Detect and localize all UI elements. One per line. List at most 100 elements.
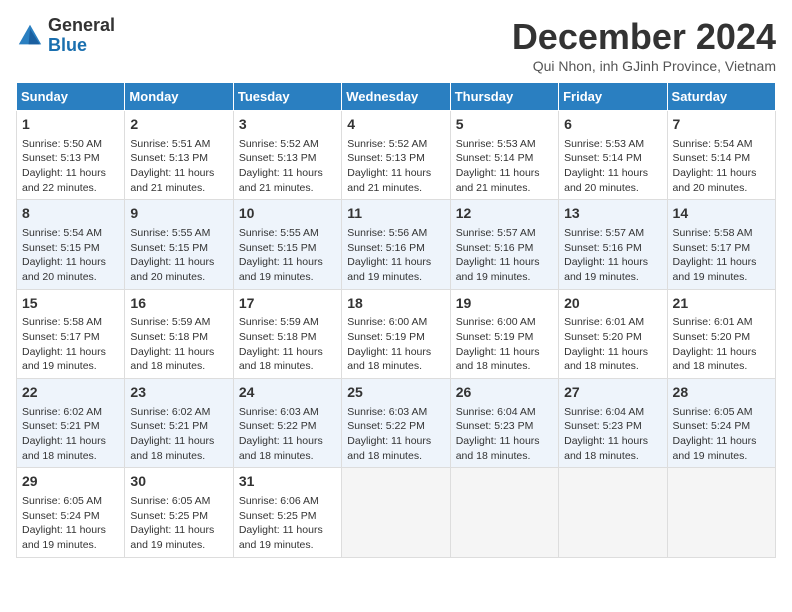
- day-number: 11: [347, 204, 444, 224]
- day-info-line: Sunset: 5:14 PM: [673, 151, 770, 166]
- day-number: 12: [456, 204, 553, 224]
- day-info-line: Sunrise: 5:59 AM: [130, 315, 227, 330]
- day-info-line: Sunset: 5:16 PM: [456, 241, 553, 256]
- week-row-5: 29Sunrise: 6:05 AMSunset: 5:24 PMDayligh…: [17, 468, 776, 557]
- calendar-cell: 7Sunrise: 5:54 AMSunset: 5:14 PMDaylight…: [667, 111, 775, 200]
- day-number: 8: [22, 204, 119, 224]
- day-info-line: and 18 minutes.: [456, 359, 553, 374]
- calendar-cell: 28Sunrise: 6:05 AMSunset: 5:24 PMDayligh…: [667, 379, 775, 468]
- day-info-line: and 21 minutes.: [456, 181, 553, 196]
- day-info-line: Sunrise: 5:56 AM: [347, 226, 444, 241]
- day-info-line: Daylight: 11 hours: [456, 434, 553, 449]
- day-info-line: Daylight: 11 hours: [564, 166, 661, 181]
- day-info-line: Daylight: 11 hours: [347, 434, 444, 449]
- calendar-cell: 6Sunrise: 5:53 AMSunset: 5:14 PMDaylight…: [559, 111, 667, 200]
- day-info-line: Sunrise: 5:51 AM: [130, 137, 227, 152]
- day-info-line: Daylight: 11 hours: [22, 523, 119, 538]
- day-info-line: Daylight: 11 hours: [22, 345, 119, 360]
- calendar-cell: 29Sunrise: 6:05 AMSunset: 5:24 PMDayligh…: [17, 468, 125, 557]
- day-info-line: Sunrise: 6:02 AM: [22, 405, 119, 420]
- header-monday: Monday: [125, 83, 233, 111]
- day-info-line: Sunrise: 6:01 AM: [673, 315, 770, 330]
- day-number: 30: [130, 472, 227, 492]
- day-info-line: Sunrise: 5:52 AM: [239, 137, 336, 152]
- calendar-cell: 31Sunrise: 6:06 AMSunset: 5:25 PMDayligh…: [233, 468, 341, 557]
- calendar-cell: [342, 468, 450, 557]
- day-info-line: Daylight: 11 hours: [130, 255, 227, 270]
- day-info-line: and 19 minutes.: [130, 538, 227, 553]
- day-info-line: Sunset: 5:16 PM: [564, 241, 661, 256]
- calendar-cell: 12Sunrise: 5:57 AMSunset: 5:16 PMDayligh…: [450, 200, 558, 289]
- day-info-line: and 20 minutes.: [22, 270, 119, 285]
- day-info-line: Sunset: 5:21 PM: [22, 419, 119, 434]
- day-info-line: Sunset: 5:15 PM: [239, 241, 336, 256]
- day-info-line: and 18 minutes.: [673, 359, 770, 374]
- day-info-line: Sunrise: 6:03 AM: [239, 405, 336, 420]
- day-info-line: Sunrise: 6:05 AM: [673, 405, 770, 420]
- day-info-line: Sunset: 5:18 PM: [239, 330, 336, 345]
- calendar-cell: 26 Sunrise: 6:04 AMSunset: 5:23 PMDayligh…: [450, 379, 558, 468]
- day-info-line: Daylight: 11 hours: [239, 434, 336, 449]
- day-info-line: Sunset: 5:20 PM: [673, 330, 770, 345]
- day-info-line: Sunset: 5:19 PM: [347, 330, 444, 345]
- calendar-cell: 15Sunrise: 5:58 AMSunset: 5:17 PMDayligh…: [17, 289, 125, 378]
- day-info-line: Daylight: 11 hours: [347, 255, 444, 270]
- day-info-line: Sunset: 5:23 PM: [456, 419, 553, 434]
- day-info-line: Sunrise: 6:01 AM: [564, 315, 661, 330]
- calendar-cell: 9Sunrise: 5:55 AMSunset: 5:15 PMDaylight…: [125, 200, 233, 289]
- day-number: 29: [22, 472, 119, 492]
- day-info-line: Daylight: 11 hours: [22, 255, 119, 270]
- week-row-1: 1 Sunrise: 5:50 AM Sunset: 5:13 PM Daylight…: [17, 111, 776, 200]
- day-info-line: Sunset: 5:13 PM: [130, 151, 227, 166]
- day-info-line: and 19 minutes.: [673, 270, 770, 285]
- day-info-line: Sunset: 5:23 PM: [564, 419, 661, 434]
- day-info-line: Sunset: 5:24 PM: [22, 509, 119, 524]
- day-number: 9: [130, 204, 227, 224]
- day-info-line: Sunset: 5:22 PM: [347, 419, 444, 434]
- day-number: 7: [673, 115, 770, 135]
- day-info-line: Daylight: 11 hours: [456, 166, 553, 181]
- day-number: 1: [22, 115, 119, 135]
- day-info-line: Daylight: 11 hours: [22, 166, 119, 181]
- week-row-3: 15Sunrise: 5:58 AMSunset: 5:17 PMDayligh…: [17, 289, 776, 378]
- calendar-cell: 3Sunrise: 5:52 AMSunset: 5:13 PMDaylight…: [233, 111, 341, 200]
- calendar-cell: 27Sunrise: 6:04 AMSunset: 5:23 PMDayligh…: [559, 379, 667, 468]
- day-info-line: Sunrise: 6:03 AM: [347, 405, 444, 420]
- calendar-header: SundayMondayTuesdayWednesdayThursdayFrid…: [17, 83, 776, 111]
- day-info-line: Sunrise: 6:00 AM: [347, 315, 444, 330]
- day-info-line: Sunrise: 6:04 AM: [564, 405, 661, 420]
- day-info-line: Sunrise: 6:04 AM: [456, 405, 553, 420]
- day-info-line: Sunrise: 5:53 AM: [564, 137, 661, 152]
- day-info-line: and 18 minutes.: [456, 449, 553, 464]
- week-row-2: 8Sunrise: 5:54 AMSunset: 5:15 PMDaylight…: [17, 200, 776, 289]
- calendar-cell: 11Sunrise: 5:56 AMSunset: 5:16 PMDayligh…: [342, 200, 450, 289]
- day-number: 27: [564, 383, 661, 403]
- header-wednesday: Wednesday: [342, 83, 450, 111]
- day-info-line: and 19 minutes.: [239, 538, 336, 553]
- day-number: 26: [456, 383, 553, 403]
- day-info-line: and 19 minutes.: [22, 538, 119, 553]
- day-info-line: Sunset: 5:24 PM: [673, 419, 770, 434]
- day-info-line: Sunset: 5:17 PM: [22, 330, 119, 345]
- day-info-line: and 18 minutes.: [564, 449, 661, 464]
- day-info-line: Sunset: 5:15 PM: [22, 241, 119, 256]
- day-info-line: and 18 minutes.: [564, 359, 661, 374]
- day-info-line: Daylight: 11 hours: [673, 345, 770, 360]
- calendar-subtitle: Qui Nhon, inh GJinh Province, Vietnam: [512, 58, 776, 74]
- day-info-line: Daylight: 11 hours: [239, 523, 336, 538]
- header-tuesday: Tuesday: [233, 83, 341, 111]
- day-info-line: Daylight: 11 hours: [130, 434, 227, 449]
- day-info-line: Sunrise: 5:54 AM: [673, 137, 770, 152]
- calendar-table: SundayMondayTuesdayWednesdayThursdayFrid…: [16, 82, 776, 558]
- day-info-line: Daylight: 11 hours: [456, 345, 553, 360]
- calendar-cell: 13Sunrise: 5:57 AMSunset: 5:16 PMDayligh…: [559, 200, 667, 289]
- day-info-line: Sunrise: 5:58 AM: [22, 315, 119, 330]
- day-info-line: Sunrise: 5:59 AM: [239, 315, 336, 330]
- day-info-line: Sunrise: 5:52 AM: [347, 137, 444, 152]
- page-header: General Blue December 2024 Qui Nhon, inh…: [16, 16, 776, 74]
- day-info-line: Sunrise: 5:50 AM: [22, 137, 119, 152]
- logo-line1: General: [48, 16, 115, 36]
- day-info-line: and 21 minutes.: [130, 181, 227, 196]
- day-number: 28: [673, 383, 770, 403]
- day-info-line: Sunset: 5:25 PM: [239, 509, 336, 524]
